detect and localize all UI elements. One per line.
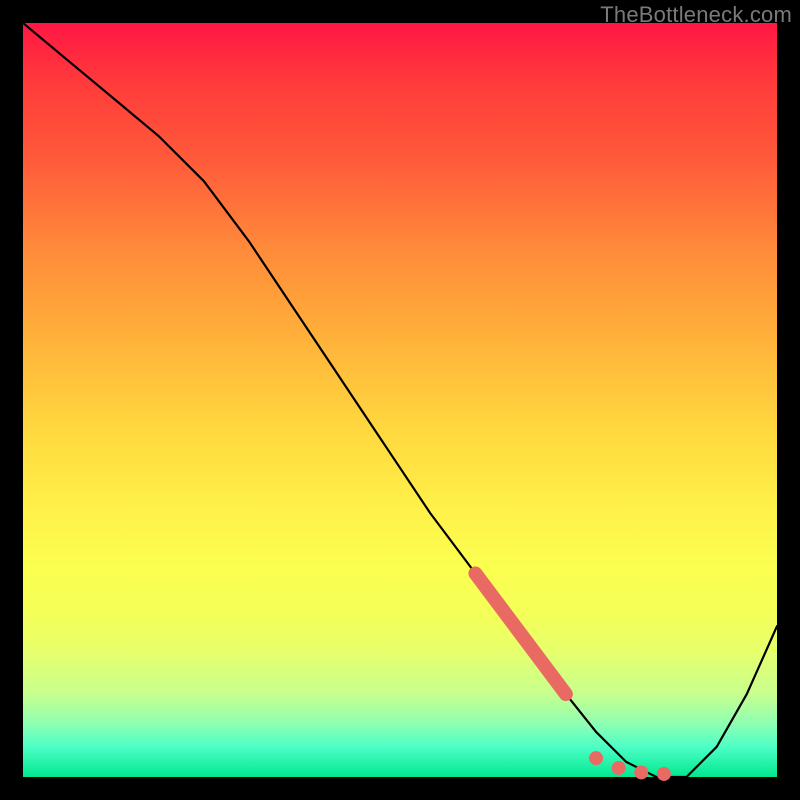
highlight-dot xyxy=(634,765,648,779)
highlight-dot xyxy=(589,751,603,765)
bottleneck-curve xyxy=(23,23,777,777)
highlight-dots xyxy=(589,751,671,781)
highlight-segment xyxy=(475,573,565,694)
chart-overlay xyxy=(23,23,777,777)
highlight-dot xyxy=(657,767,671,781)
chart-frame: TheBottleneck.com xyxy=(0,0,800,800)
highlight-dot xyxy=(612,761,626,775)
